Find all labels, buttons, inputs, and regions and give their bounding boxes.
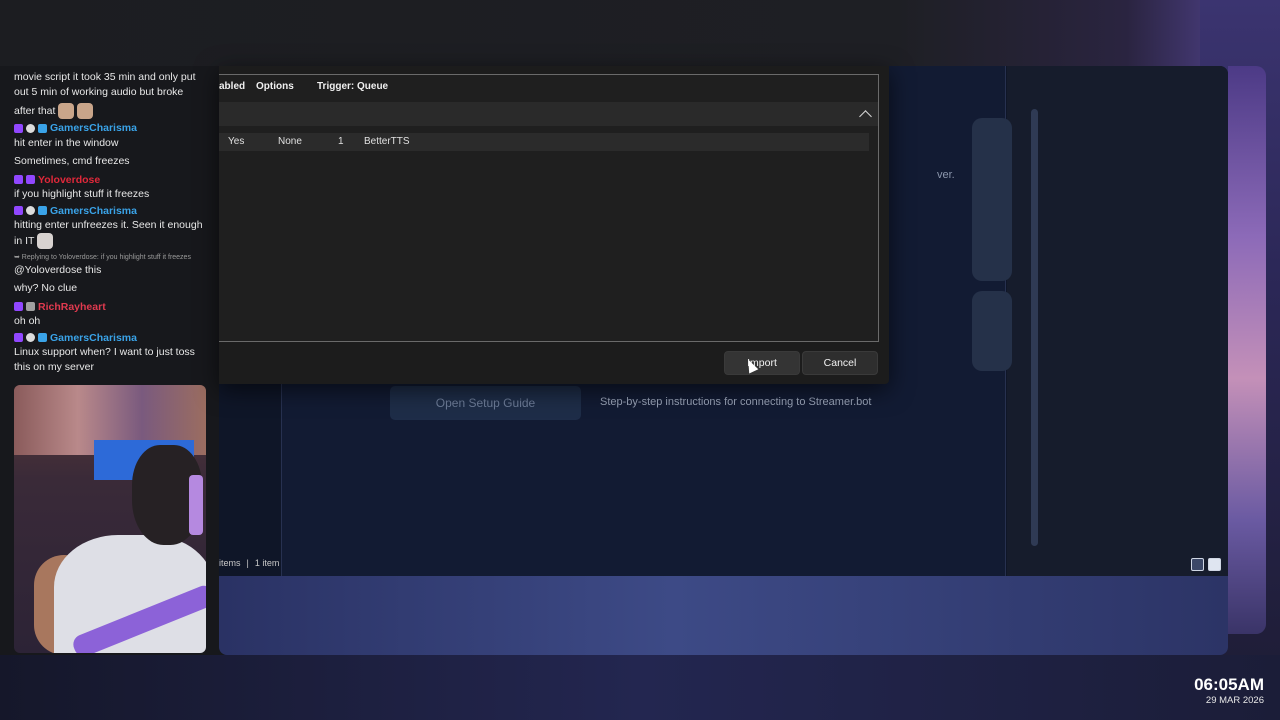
info-card[interactable] [972, 118, 1012, 281]
chat-message: @Yoloverdose this [14, 263, 102, 276]
emote-icon [77, 103, 94, 119]
reply-context: ➥ Replying to Yoloverdose: if you highli… [14, 253, 191, 261]
info-card[interactable] [972, 291, 1012, 371]
background-bottom [0, 655, 1280, 720]
clock-date: 29 MAR 2026 [1205, 695, 1264, 706]
card-text: ver. [937, 169, 955, 181]
background-art [1228, 66, 1266, 634]
chat-username: GamersCharisma [14, 331, 206, 346]
column-options[interactable]: Options [256, 81, 294, 92]
webcam-feed [14, 385, 206, 653]
chevron-up-icon[interactable] [859, 110, 872, 123]
cancel-button[interactable]: Cancel [802, 351, 878, 375]
clock: 06:05AM 29 MAR 2026 [1194, 675, 1264, 706]
badge-icon [14, 302, 23, 312]
chat-line: movie script it took 35 min and only put… [14, 71, 196, 98]
chat-username: RichRayheart [14, 300, 206, 315]
badge-icon [38, 206, 47, 216]
status-bar: items | 1 item [219, 558, 279, 568]
side-panel [1007, 66, 1228, 576]
status-item-count: items [219, 558, 241, 568]
actions-table: abled Options Trigger: Queue Yes None 1 … [219, 74, 879, 342]
chat-username: GamersCharisma [14, 204, 206, 219]
chat-message: why? No clue [14, 282, 78, 294]
emote-icon [37, 232, 54, 249]
badge-icon [26, 175, 35, 185]
background-scenery [219, 576, 1228, 655]
chat-message: hitting enter unfreezes it. Seen it enou… [14, 218, 206, 249]
chat-message: hit enter in the window [14, 136, 119, 149]
chat-message: if you highlight stuff it freezes [14, 188, 150, 200]
chat-message: Linux support when? I want to just toss … [14, 346, 195, 373]
cell-enabled: Yes [228, 136, 245, 147]
badge-icon [26, 123, 35, 133]
table-row[interactable]: Yes None 1 BetterTTS [219, 133, 869, 151]
group-row[interactable] [219, 102, 878, 126]
cell-options: None [278, 136, 302, 147]
cell-name: BetterTTS [364, 136, 410, 147]
view-toggle [1191, 558, 1221, 571]
emote-icon [58, 103, 75, 119]
scrollbar[interactable] [1031, 109, 1038, 546]
badge-icon [14, 123, 23, 133]
chat-message: oh oh [14, 315, 41, 327]
open-setup-guide-button[interactable]: Open Setup Guide [390, 386, 581, 420]
chat-username: Yoloverdose [14, 173, 206, 188]
setup-guide-description: Step-by-step instructions for connecting… [600, 396, 872, 408]
badge-icon [14, 206, 23, 216]
clock-time: 06:05AM [1194, 675, 1264, 694]
badge-icon [26, 302, 35, 312]
details-view-icon[interactable] [1191, 558, 1204, 571]
import-dialog: abled Options Trigger: Queue Yes None 1 … [219, 66, 889, 384]
column-enabled[interactable]: abled [219, 81, 245, 92]
column-trigger-queue[interactable]: Trigger: Queue [317, 81, 388, 92]
badge-icon [26, 206, 35, 216]
badge-icon [14, 333, 23, 343]
status-divider: | [246, 558, 249, 568]
badge-icon [38, 333, 47, 343]
badge-icon [26, 333, 35, 343]
stream-chat: movie script it took 35 min and only put… [0, 60, 212, 385]
webcam-microphone [189, 475, 203, 535]
chat-line: after that [14, 103, 206, 119]
badge-icon [14, 175, 23, 185]
tiles-view-icon[interactable] [1208, 558, 1221, 571]
status-selected-count: 1 item [254, 558, 280, 568]
chat-username: GamersCharisma [14, 121, 206, 136]
background-top [0, 0, 1280, 66]
badge-icon [38, 123, 47, 133]
import-button[interactable]: Import [724, 351, 800, 375]
chat-message: Sometimes, cmd freezes [14, 155, 130, 167]
cell-queue: 1 [338, 136, 344, 147]
